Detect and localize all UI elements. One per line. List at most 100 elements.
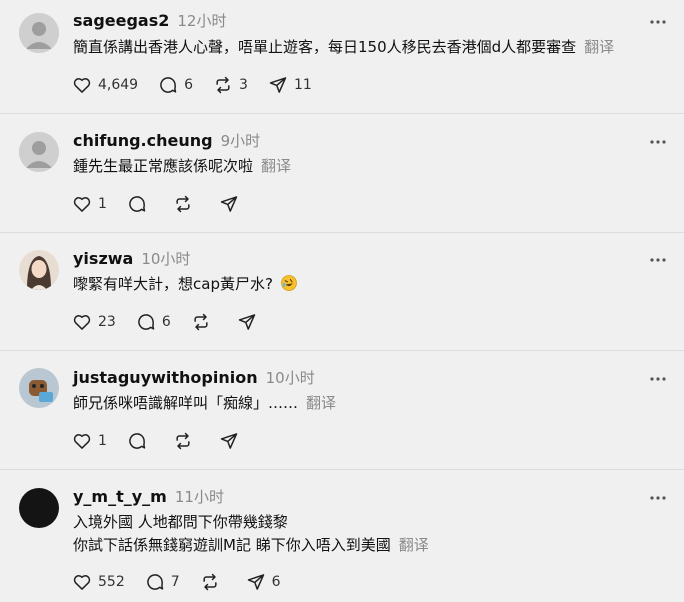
like-button[interactable]: 23: [72, 312, 116, 332]
comment-icon: [160, 77, 177, 93]
repost-button[interactable]: 3: [213, 75, 248, 95]
translate-link[interactable]: 翻译: [306, 394, 336, 412]
comment-icon: [146, 574, 163, 590]
more-options-icon[interactable]: [650, 9, 666, 28]
heart-icon: [73, 434, 91, 449]
reply-count: 6: [184, 77, 194, 93]
comment-text: 師兄係咪唔識解咩叫「痴線」…… 翻译: [73, 392, 336, 415]
more-options-icon[interactable]: [650, 247, 666, 266]
avatar[interactable]: [19, 13, 59, 53]
action-bar: 552 7 6: [72, 572, 301, 592]
repost-button[interactable]: [173, 194, 199, 214]
send-icon: [220, 433, 238, 449]
like-count: 4,649: [98, 77, 139, 93]
rolling-on-floor-laughing-emoji-icon: [280, 275, 297, 291]
repost-icon: [203, 573, 217, 591]
like-button[interactable]: 1: [72, 194, 107, 214]
comment-text: 簡直係講出香港人心聲，唔單止遊客，每日150人移民去香港個d人都要審查 翻译: [73, 36, 614, 59]
comment-icon: [138, 314, 155, 330]
comment-text-line: 師兄係咪唔識解咩叫「痴線」……: [73, 394, 299, 412]
reply-count: 6: [161, 314, 171, 330]
translate-link[interactable]: 翻译: [399, 536, 429, 554]
like-count: 552: [98, 574, 125, 590]
username[interactable]: y_m_t_y_m: [73, 487, 167, 506]
timestamp: 11小时: [174, 488, 224, 506]
repost-icon: [216, 76, 230, 94]
username[interactable]: justaguywithopinion: [73, 368, 258, 387]
avatar[interactable]: [19, 488, 59, 528]
send-icon: [269, 77, 287, 93]
comment-text-line: 鍾先生最正常應該係呢次啦: [73, 157, 254, 175]
comment-feed: sageegas2 12小时 簡直係講出香港人心聲，唔單止遊客，每日150人移民去…: [0, 0, 684, 602]
default-avatar-icon: [19, 132, 59, 172]
comment-text-line: 入境外國 人地都問下你帶幾錢黎: [73, 513, 288, 531]
avatar[interactable]: [19, 368, 59, 408]
like-count: 23: [98, 314, 116, 330]
comment-item: yiszwa 10小时 嚟緊有咩大計，想cap黃尸水? 23 6: [0, 233, 684, 351]
like-count: 1: [98, 196, 107, 212]
share-button[interactable]: [219, 431, 245, 451]
avatar[interactable]: [19, 250, 59, 290]
timestamp: 10小时: [141, 250, 191, 268]
repost-icon: [176, 195, 190, 213]
translate-link[interactable]: 翻译: [584, 38, 614, 56]
send-icon: [220, 196, 238, 212]
reply-count: 7: [170, 574, 180, 590]
reply-button[interactable]: 7: [145, 572, 180, 592]
avatar[interactable]: [19, 132, 59, 172]
username[interactable]: yiszwa: [73, 249, 133, 268]
repost-icon: [176, 432, 190, 450]
repost-button[interactable]: [173, 431, 199, 451]
send-icon: [238, 314, 255, 330]
profile-photo: [19, 368, 59, 408]
share-button[interactable]: 6: [246, 572, 281, 592]
repost-icon: [194, 313, 208, 331]
comment-text: 嚟緊有咩大計，想cap黃尸水?: [73, 273, 298, 296]
profile-photo: [19, 250, 59, 290]
send-icon: [247, 574, 264, 590]
comment-text: 入境外國 人地都問下你帶幾錢黎 你試下話係無錢窮遊訓M記 睇下你入唔入到美國 翻译: [73, 511, 429, 557]
like-button[interactable]: 1: [72, 431, 107, 451]
like-button[interactable]: 552: [72, 572, 125, 592]
reply-button[interactable]: 6: [158, 75, 193, 95]
timestamp: 9小时: [220, 132, 261, 150]
comment-icon: [129, 433, 146, 449]
action-bar: 1: [72, 431, 265, 451]
share-button[interactable]: 11: [268, 75, 312, 95]
share-button[interactable]: [219, 194, 245, 214]
comment-item: chifung.cheung 9小时 鍾先生最正常應該係呢次啦 翻译 1: [0, 114, 684, 233]
heart-icon: [73, 315, 91, 330]
heart-icon: [73, 197, 91, 212]
like-button[interactable]: 4,649: [72, 75, 138, 95]
repost-count: 3: [239, 77, 248, 93]
share-button[interactable]: [237, 312, 263, 332]
more-options-icon[interactable]: [650, 366, 666, 385]
comment-text-line: 你試下話係無錢窮遊訓M記 睇下你入唔入到美國: [73, 536, 391, 554]
timestamp: 10小时: [265, 369, 315, 387]
more-options-icon[interactable]: [650, 129, 666, 148]
more-options-icon[interactable]: [650, 485, 666, 504]
reply-button[interactable]: [127, 431, 153, 451]
share-count: 11: [293, 77, 312, 93]
action-bar: 1: [72, 194, 265, 214]
action-bar: 23 6: [72, 312, 283, 332]
comment-text: 鍾先生最正常應該係呢次啦 翻译: [73, 155, 291, 178]
repost-button[interactable]: [200, 572, 226, 592]
heart-icon: [73, 575, 91, 590]
share-count: 6: [271, 574, 281, 590]
comment-item: y_m_t_y_m 11小时 入境外國 人地都問下你帶幾錢黎 你試下話係無錢窮遊訓…: [0, 470, 684, 602]
comment-item: sageegas2 12小时 簡直係講出香港人心聲，唔單止遊客，每日150人移民去…: [0, 0, 684, 114]
translate-link[interactable]: 翻译: [261, 157, 291, 175]
comment-text-line: 嚟緊有咩大計，想cap黃尸水?: [73, 275, 273, 293]
comment-item: justaguywithopinion 10小时 師兄係咪唔識解咩叫「痴線」…… 翻…: [0, 351, 684, 470]
comment-text-line: 簡直係講出香港人心聲，唔單止遊客，每日150人移民去香港個d人都要審查: [73, 38, 577, 56]
heart-icon: [73, 78, 91, 93]
username[interactable]: chifung.cheung: [73, 131, 213, 150]
like-count: 1: [98, 433, 107, 449]
username[interactable]: sageegas2: [73, 11, 169, 30]
action-bar: 4,649 6 3 11: [72, 75, 332, 95]
repost-button[interactable]: [191, 312, 217, 332]
reply-button[interactable]: [127, 194, 153, 214]
reply-button[interactable]: 6: [136, 312, 171, 332]
comment-icon: [129, 196, 146, 212]
